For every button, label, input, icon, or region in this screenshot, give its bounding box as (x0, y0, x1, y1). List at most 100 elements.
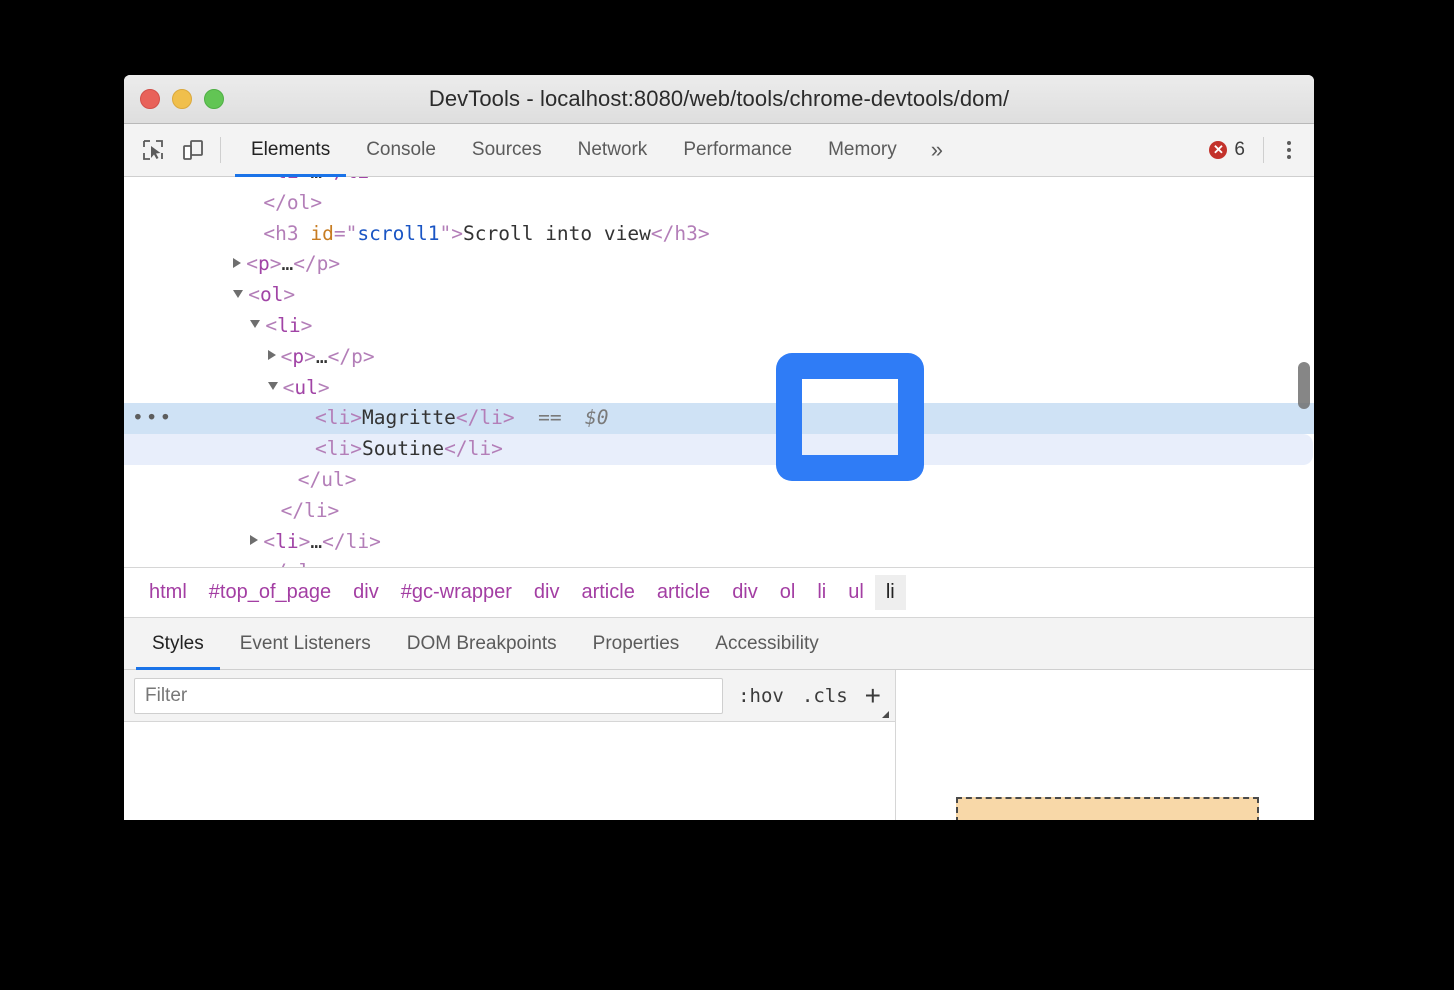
breadcrumb-item-article[interactable]: article (570, 575, 645, 610)
toolbar-divider (220, 137, 221, 163)
expand-triangle-open-icon[interactable] (233, 290, 243, 298)
dom-token-tagd: < (283, 376, 295, 399)
expand-triangle-closed-icon[interactable] (233, 258, 241, 268)
dom-tree-row[interactable]: <p>…</p> (124, 249, 1314, 280)
new-style-rule-button[interactable]: + (857, 682, 891, 710)
dom-token-tagd: h3 (275, 222, 298, 245)
device-toolbar-icon[interactable] (174, 131, 212, 169)
styles-filter-bar: :hov .cls + (124, 670, 895, 722)
dom-tree-row[interactable]: <p>…</p> (124, 342, 1314, 373)
inspect-element-icon[interactable] (134, 131, 172, 169)
dom-tree-row[interactable]: <li>Soutine</li> (124, 434, 1313, 465)
dom-tree-scrollbar[interactable] (1298, 362, 1310, 409)
dom-tree-row[interactable]: </ol> (124, 557, 1314, 568)
breadcrumb-item-div[interactable]: div (721, 575, 769, 610)
dom-tree-row[interactable]: </ul> (124, 465, 1314, 496)
expand-triangle-closed-icon[interactable] (250, 535, 258, 545)
cls-toggle-button[interactable]: .cls (793, 685, 857, 707)
dom-token-tagd: < (281, 345, 293, 368)
screenshot-root: DevTools - localhost:8080/web/tools/chro… (0, 0, 1454, 990)
breadcrumb-item-article[interactable]: article (646, 575, 721, 610)
tab-event-listeners[interactable]: Event Listeners (222, 618, 389, 669)
dom-tree-row[interactable]: </li> (124, 496, 1314, 527)
error-count-badge[interactable]: ✕ 6 (1199, 139, 1255, 161)
dom-token-tagd: > (301, 314, 313, 337)
close-window-button[interactable] (140, 89, 160, 109)
error-icon: ✕ (1209, 141, 1227, 159)
dom-tree-row[interactable]: <ol> (124, 280, 1314, 311)
tab-performance[interactable]: Performance (665, 124, 810, 176)
dom-token-tagd: </li> (281, 499, 340, 522)
dom-token-tagd: <li> (315, 437, 362, 460)
breadcrumb-item--gc-wrapper[interactable]: #gc-wrapper (390, 575, 523, 610)
breadcrumb-item-li[interactable]: li (806, 575, 837, 610)
dom-token-tagd: > (283, 283, 295, 306)
zoom-window-button[interactable] (204, 89, 224, 109)
kebab-menu-icon[interactable] (1272, 133, 1306, 167)
dom-token-tagd: > (299, 530, 311, 553)
tab-dom-breakpoints[interactable]: DOM Breakpoints (389, 618, 575, 669)
styles-filter-input[interactable] (134, 678, 723, 714)
dom-token-tag: li (277, 314, 300, 337)
breadcrumb-item-div[interactable]: div (342, 575, 390, 610)
dom-token-dollar: $0 (585, 406, 608, 429)
breadcrumb-item-li[interactable]: li (875, 575, 906, 610)
devtools-toolbar: Elements Console Sources Network Perform… (124, 124, 1314, 177)
tab-memory[interactable]: Memory (810, 124, 915, 176)
dom-tree-rows: <li>…</li></ol><h3 id="scroll1">Scroll i… (124, 177, 1314, 568)
tab-sources-label: Sources (472, 139, 542, 161)
dom-tree-row[interactable]: </ol> (124, 188, 1314, 219)
more-tabs-button[interactable]: » (915, 124, 959, 176)
tab-console-label: Console (366, 139, 436, 161)
dom-tree-row[interactable]: <li> (124, 311, 1314, 342)
chevron-right-double-icon: » (931, 137, 943, 163)
tab-sources[interactable]: Sources (454, 124, 560, 176)
breadcrumb-item-html[interactable]: html (138, 575, 198, 610)
styles-pane: :hov .cls + (124, 670, 1314, 820)
hov-toggle-button[interactable]: :hov (729, 685, 793, 707)
tab-console[interactable]: Console (348, 124, 454, 176)
dom-token-tagd: <li> (315, 406, 362, 429)
dom-tree-row[interactable]: <ul> (124, 373, 1314, 404)
dom-token-tag: p (258, 252, 270, 275)
dom-tree-pane[interactable]: <li>…</li></ol><h3 id="scroll1">Scroll i… (124, 177, 1314, 568)
breadcrumb: html#top_of_pagediv#gc-wrapperdivarticle… (124, 568, 1314, 618)
dom-tree-row[interactable]: <li>…</li> (124, 527, 1314, 558)
dom-token-txt: Scroll into view (463, 222, 651, 245)
expand-triangle-open-icon[interactable] (250, 320, 260, 328)
tab-network-label: Network (578, 139, 648, 161)
breadcrumb-item-ol[interactable]: ol (769, 575, 807, 610)
dom-token-tagd: </ol> (263, 191, 322, 214)
devtools-window: DevTools - localhost:8080/web/tools/chro… (124, 75, 1314, 820)
dom-token-txt: Magritte (362, 406, 456, 429)
expand-triangle-closed-icon[interactable] (268, 350, 276, 360)
dom-token-tag: li (275, 177, 298, 183)
breadcrumb-item-div[interactable]: div (523, 575, 571, 610)
styles-left-column: :hov .cls + (124, 670, 896, 820)
dom-token-tag: li (346, 177, 369, 183)
tab-network[interactable]: Network (560, 124, 666, 176)
tab-properties[interactable]: Properties (575, 618, 698, 669)
dom-token-attr: id (310, 222, 333, 245)
tab-styles[interactable]: Styles (134, 618, 222, 669)
dom-token-tagd: < (246, 252, 258, 275)
dom-tree-row[interactable]: <li>…</li> (124, 177, 1314, 188)
dom-token-tagd: </li> (444, 437, 503, 460)
minimize-window-button[interactable] (172, 89, 192, 109)
toolbar-right-group: ✕ 6 (1199, 133, 1314, 167)
dom-tree-row[interactable]: •••<li>Magritte</li> == $0 (124, 403, 1314, 434)
dom-token-tagd: < (265, 314, 277, 337)
breadcrumb-item-ul[interactable]: ul (837, 575, 875, 610)
dom-token-punct: > (369, 177, 381, 183)
dom-token-tagd: </h3> (651, 222, 710, 245)
breadcrumb-item--top-of-page[interactable]: #top_of_page (198, 575, 342, 610)
dom-tree-row[interactable]: <h3 id="scroll1">Scroll into view</h3> (124, 219, 1314, 250)
row-overflow-marker: ••• (132, 403, 173, 434)
dom-token-tagd: </p> (328, 345, 375, 368)
tab-accessibility[interactable]: Accessibility (697, 618, 836, 669)
dom-token-tagd: < (263, 222, 275, 245)
expand-triangle-open-icon[interactable] (268, 382, 278, 390)
tab-elements[interactable]: Elements (233, 124, 348, 176)
dom-token-eq: == (515, 406, 585, 429)
tab-performance-label: Performance (683, 139, 792, 161)
